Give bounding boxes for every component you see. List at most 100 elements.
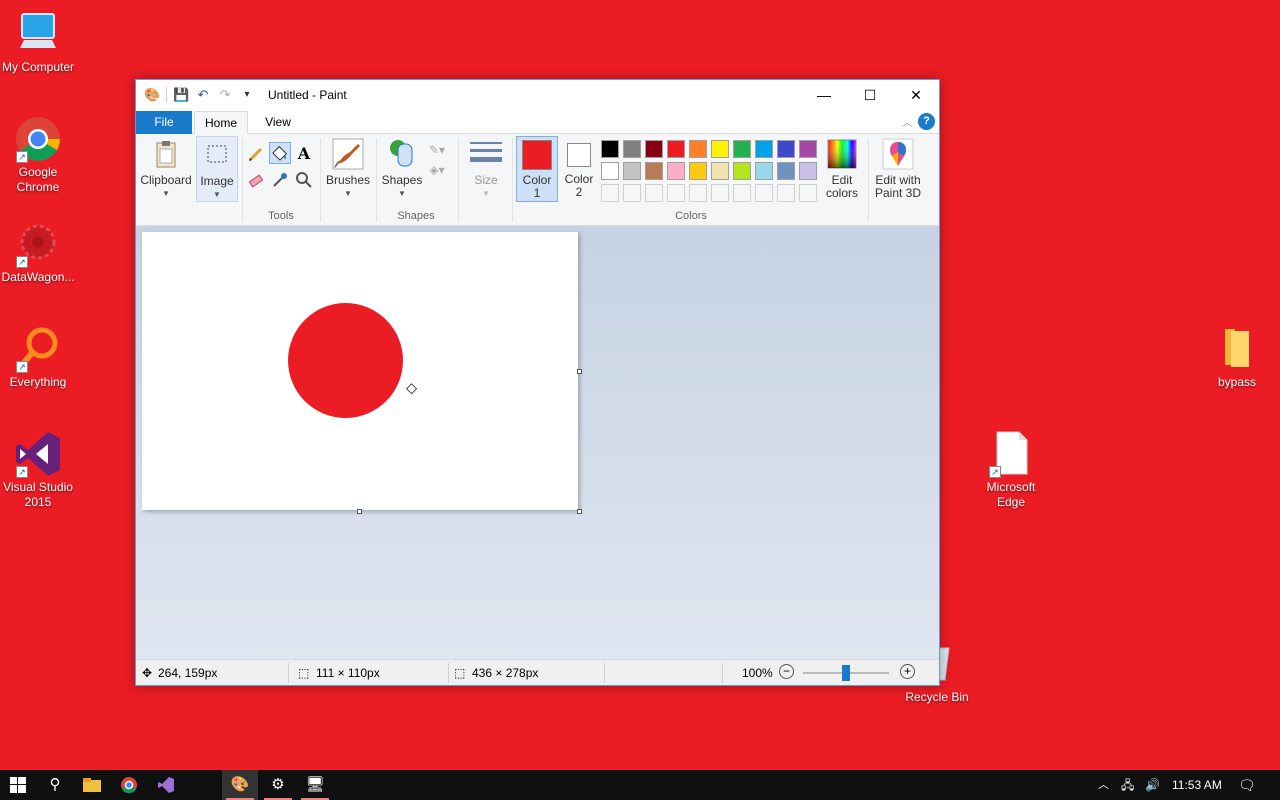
show-hidden-icons-icon[interactable]: ︿ xyxy=(1098,770,1109,800)
ribbon: Clipboard ▼ Image ▼ A Tools Brushes ▼ Sh… xyxy=(136,134,939,226)
settings-taskbar-icon[interactable]: ⚙ xyxy=(260,770,296,800)
fill-bucket-icon[interactable] xyxy=(269,142,291,164)
outline-icon[interactable]: ✎▾ xyxy=(424,140,450,160)
palette-swatch[interactable] xyxy=(645,162,663,180)
color1-button[interactable]: Color 1 xyxy=(516,136,558,202)
size-button[interactable]: Size ▼ xyxy=(460,136,512,202)
redo-icon[interactable]: ↷ xyxy=(217,87,233,103)
red-circle-shape xyxy=(288,303,403,418)
palette-swatch[interactable] xyxy=(689,162,707,180)
desktop-icon-bypass[interactable]: bypass xyxy=(1199,325,1275,390)
palette-swatch[interactable] xyxy=(733,162,751,180)
start-button[interactable] xyxy=(0,770,36,800)
palette-empty-swatch[interactable] xyxy=(755,184,773,202)
palette-swatch[interactable] xyxy=(733,140,751,158)
palette-empty-swatch[interactable] xyxy=(733,184,751,202)
palette-empty-swatch[interactable] xyxy=(777,184,795,202)
zoom-slider[interactable] xyxy=(803,665,889,681)
network-icon[interactable]: 🖧 xyxy=(1121,770,1134,800)
window-controls: — ☐ ✕ xyxy=(801,80,939,110)
tab-file[interactable]: File xyxy=(136,111,192,134)
save-icon[interactable]: 💾 xyxy=(173,87,189,103)
desktop-icon-everything[interactable]: ↗ Everything xyxy=(0,325,76,390)
tab-view[interactable]: View xyxy=(252,111,304,134)
close-button[interactable]: ✕ xyxy=(893,80,939,110)
visual-studio-taskbar-icon[interactable] xyxy=(148,770,184,800)
palette-swatch[interactable] xyxy=(711,162,729,180)
text-tool-icon[interactable]: A xyxy=(294,144,314,164)
title-bar[interactable]: 🎨 💾 ↶ ↷ ▾ Untitled - Paint — ☐ ✕ xyxy=(136,80,939,110)
palette-empty-swatch[interactable] xyxy=(601,184,619,202)
desktop-icon-datawagon[interactable]: ↗ DataWagon... xyxy=(0,220,76,285)
magnifier-icon[interactable] xyxy=(294,170,314,190)
palette-swatch[interactable] xyxy=(667,162,685,180)
tab-home[interactable]: Home xyxy=(194,111,248,134)
palette-empty-swatch[interactable] xyxy=(711,184,729,202)
desktop-icon-label: My Computer xyxy=(1,60,75,74)
clock[interactable]: 11:53 AM xyxy=(1172,770,1222,800)
paint-window[interactable]: 🎨 💾 ↶ ↷ ▾ Untitled - Paint — ☐ ✕ File Ho… xyxy=(135,79,940,686)
pencil-icon[interactable] xyxy=(246,144,266,164)
paint-app-icon[interactable]: 🎨 xyxy=(144,87,160,103)
desktop-icon-microsoft-edge[interactable]: ↗ Microsoft Edge xyxy=(973,430,1049,510)
color-picker-icon[interactable] xyxy=(270,170,290,190)
palette-swatch[interactable] xyxy=(777,162,795,180)
desktop-icon-google-chrome[interactable]: ↗ Google Chrome xyxy=(0,115,76,195)
shapes-button[interactable]: Shapes ▼ xyxy=(376,136,428,202)
palette-swatch[interactable] xyxy=(755,140,773,158)
edit-colors-button[interactable]: Edit colors xyxy=(820,136,864,202)
eraser-icon[interactable] xyxy=(246,170,266,190)
resize-handle-bottom[interactable] xyxy=(357,509,362,514)
volume-icon[interactable]: 🔊 xyxy=(1145,770,1160,800)
edit-with-paint3d-button[interactable]: Edit with Paint 3D xyxy=(870,136,926,202)
resize-handle-right[interactable] xyxy=(577,369,582,374)
paint-taskbar-icon[interactable]: 🎨 xyxy=(222,770,258,800)
help-icon[interactable]: ? xyxy=(918,113,935,130)
palette-empty-swatch[interactable] xyxy=(667,184,685,202)
palette-empty-swatch[interactable] xyxy=(689,184,707,202)
palette-swatch[interactable] xyxy=(667,140,685,158)
palette-swatch[interactable] xyxy=(711,140,729,158)
color2-number: 2 xyxy=(575,185,583,199)
palette-swatch[interactable] xyxy=(799,140,817,158)
desktop-icon-my-computer[interactable]: My Computer xyxy=(0,10,76,75)
customize-toolbar-icon[interactable]: ▾ xyxy=(239,87,255,103)
remote-desktop-taskbar-icon[interactable]: 🖥 xyxy=(297,770,333,800)
zoom-out-button[interactable]: − xyxy=(779,664,794,679)
zoom-in-button[interactable]: + xyxy=(900,664,915,679)
palette-swatch[interactable] xyxy=(645,140,663,158)
desktop-icon-visual-studio[interactable]: ↗ Visual Studio 2015 xyxy=(0,430,76,510)
image-button[interactable]: Image ▼ xyxy=(196,136,238,202)
notifications-icon[interactable]: 🗨 xyxy=(1238,770,1256,800)
minimize-button[interactable]: — xyxy=(801,80,847,110)
drawing-canvas[interactable]: ⬦ xyxy=(142,232,578,510)
undo-icon[interactable]: ↶ xyxy=(195,87,211,103)
file-explorer-icon[interactable] xyxy=(74,770,110,800)
palette-swatch[interactable] xyxy=(623,162,641,180)
brushes-button[interactable]: Brushes ▼ xyxy=(322,136,374,202)
palette-swatch[interactable] xyxy=(777,140,795,158)
palette-swatch[interactable] xyxy=(601,162,619,180)
separator xyxy=(604,663,605,683)
canvas-workspace[interactable]: ⬦ xyxy=(136,226,939,660)
clipboard-button[interactable]: Clipboard ▼ xyxy=(140,136,192,202)
color2-button[interactable]: Color 2 xyxy=(560,136,598,202)
chrome-taskbar-icon[interactable] xyxy=(111,770,147,800)
palette-swatch[interactable] xyxy=(623,140,641,158)
fill-icon[interactable]: ◈▾ xyxy=(424,160,450,180)
resize-handle-corner[interactable] xyxy=(577,509,582,514)
palette-empty-swatch[interactable] xyxy=(623,184,641,202)
palette-swatch[interactable] xyxy=(601,140,619,158)
zoom-slider-thumb[interactable] xyxy=(842,665,850,681)
palette-empty-swatch[interactable] xyxy=(799,184,817,202)
computer-icon xyxy=(14,10,62,58)
palette-empty-swatch[interactable] xyxy=(645,184,663,202)
maximize-button[interactable]: ☐ xyxy=(847,80,893,110)
palette-swatch[interactable] xyxy=(755,162,773,180)
search-icon[interactable]: ⚲ xyxy=(37,770,73,800)
palette-swatch[interactable] xyxy=(799,162,817,180)
minimize-ribbon-icon[interactable]: ︿ xyxy=(902,114,913,130)
shortcut-arrow-icon: ↗ xyxy=(16,256,28,268)
palette-swatch[interactable] xyxy=(689,140,707,158)
shortcut-arrow-icon: ↗ xyxy=(16,151,28,163)
